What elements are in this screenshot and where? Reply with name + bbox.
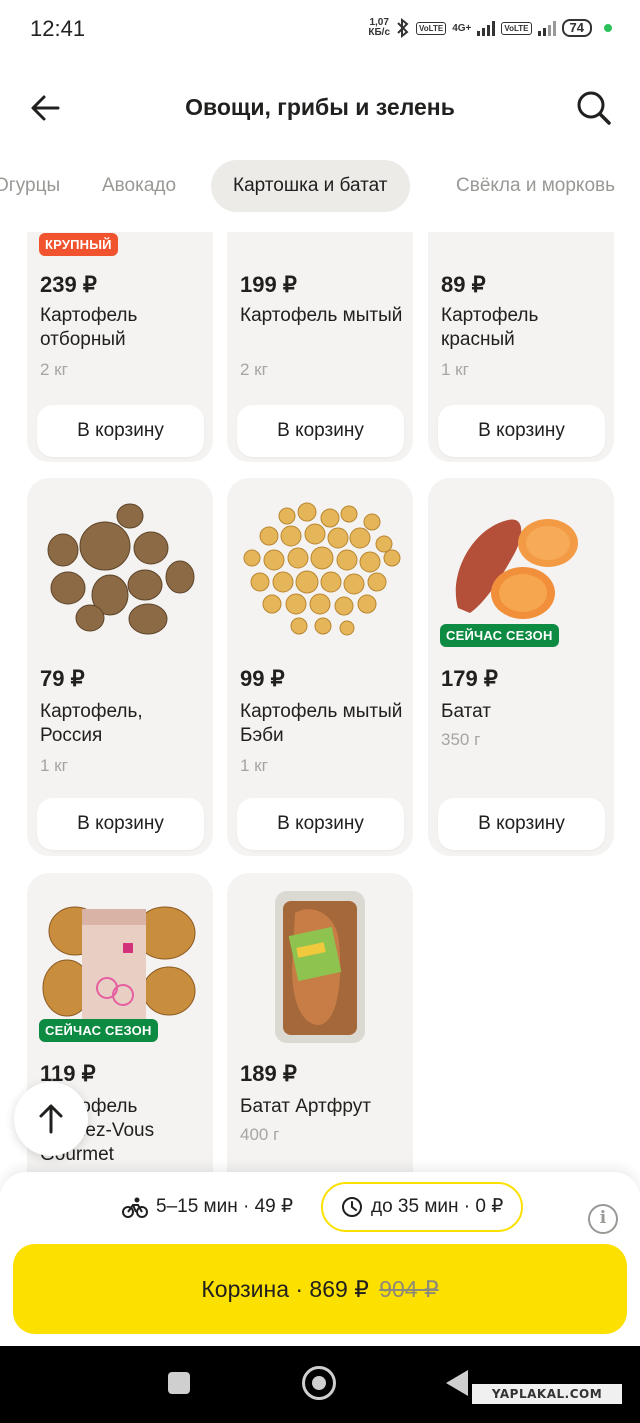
header: Овощи, грибы и зелень: [0, 72, 640, 144]
product-card[interactable]: 79 ₽ Картофель, Россия 1 кг В корзину: [27, 478, 213, 856]
system-back-button[interactable]: [446, 1370, 468, 1396]
add-to-cart-button[interactable]: В корзину: [37, 798, 204, 850]
cart-total: Корзина · 869 ₽: [201, 1276, 369, 1302]
add-to-cart-button[interactable]: В корзину: [37, 405, 204, 457]
fast-delivery-label: 5–15 мин · 49 ₽: [156, 1196, 294, 1217]
category-tabs: Огурцы Авокадо Картошка и батат Свёкла и…: [0, 158, 640, 214]
product-card[interactable]: 199 ₽ Картофель мытый 2 кг В корзину: [227, 232, 413, 462]
search-icon: [577, 91, 611, 125]
product-image: [428, 232, 614, 242]
info-icon[interactable]: i: [588, 1204, 618, 1234]
product-image: [243, 502, 401, 636]
signal-icon: [477, 20, 496, 36]
tab-avocado[interactable]: Авокадо: [80, 160, 198, 212]
tab-potato-sweet-potato[interactable]: Картошка и батат: [211, 160, 410, 212]
season-badge: СЕЙЧАС СЕЗОН: [39, 1019, 158, 1042]
product-name: Картофель, Россия: [40, 701, 143, 746]
cart-button[interactable]: Корзина · 869 ₽ 904 ₽: [13, 1244, 627, 1334]
status-time: 12:41: [30, 16, 86, 41]
product-price: 99 ₽: [240, 666, 285, 691]
product-weight: 1 кг: [240, 756, 268, 775]
add-to-cart-button[interactable]: В корзину: [438, 798, 605, 850]
tab-label: Авокадо: [102, 175, 177, 196]
season-badge: СЕЙЧАС СЕЗОН: [440, 624, 559, 647]
product-weight: 350 г: [441, 730, 481, 749]
fast-delivery-option[interactable]: 5–15 мин · 49 ₽: [122, 1182, 293, 1232]
page-title: Овощи, грибы и зелень: [185, 94, 455, 120]
product-card[interactable]: КРУПНЫЙ 239 ₽ Картофель отборный 2 кг В …: [27, 232, 213, 462]
product-price: 239 ₽: [40, 272, 97, 297]
product-card[interactable]: 189 ₽ Батат Артфрут 400 г: [227, 873, 413, 1172]
product-grid: КРУПНЫЙ 239 ₽ Картофель отборный 2 кг В …: [0, 232, 640, 1172]
product-name: Картофель мытый Бэби: [240, 701, 403, 746]
volte-badge-2: VoLTE: [501, 21, 532, 35]
product-weight: 1 кг: [40, 756, 68, 775]
size-badge: КРУПНЫЙ: [39, 233, 118, 256]
add-to-cart-button[interactable]: В корзину: [237, 405, 404, 457]
status-icons: 1,07 КБ/с VoLTE 4G+ VoLTE 74: [368, 18, 612, 38]
product-image: [47, 503, 195, 635]
product-weight: 400 г: [240, 1125, 280, 1144]
product-card[interactable]: 99 ₽ Картофель мытый Бэби 1 кг В корзину: [227, 478, 413, 856]
bluetooth-icon: [397, 18, 409, 38]
add-to-cart-button[interactable]: В корзину: [438, 405, 605, 457]
arrow-up-icon: [39, 1104, 63, 1134]
product-name: Картофель отборный: [40, 305, 138, 350]
cart-old-price: 904 ₽: [379, 1276, 439, 1302]
product-card[interactable]: 89 ₽ Картофель красный 1 кг В корзину: [428, 232, 614, 462]
product-name: Картофель мытый: [240, 305, 403, 326]
product-image: [275, 891, 365, 1043]
network-speed: 1,07 КБ/с: [368, 18, 390, 38]
product-name: Батат Артфрут: [240, 1096, 371, 1117]
tab-label: Свёкла и морковь: [456, 175, 616, 196]
tab-beet-carrot[interactable]: Свёкла и морковь: [434, 160, 637, 212]
product-name: Батат: [441, 701, 491, 722]
product-price: 89 ₽: [441, 272, 486, 297]
home-button[interactable]: [302, 1366, 336, 1400]
product-name: Картофель красный: [441, 305, 539, 350]
privacy-dot-icon: [604, 24, 612, 32]
network-type: 4G+: [452, 22, 472, 34]
watermark: YAPLAKAL.COM: [472, 1384, 622, 1404]
tab-cucumbers[interactable]: Огурцы: [0, 160, 82, 212]
scroll-to-top-button[interactable]: [14, 1082, 88, 1156]
product-price: 189 ₽: [240, 1061, 297, 1086]
bicycle-icon: [122, 1197, 148, 1218]
product-price: 179 ₽: [441, 666, 498, 691]
product-weight: 2 кг: [240, 360, 268, 379]
network-speed-unit: КБ/с: [368, 27, 391, 38]
product-price: 79 ₽: [40, 666, 85, 691]
system-nav-bar: YAPLAKAL.COM: [0, 1346, 640, 1423]
product-weight: 2 кг: [40, 360, 68, 379]
tab-label: Картошка и батат: [233, 175, 388, 196]
add-to-cart-button[interactable]: В корзину: [237, 798, 404, 850]
tab-label: Огурцы: [0, 175, 61, 196]
recent-apps-button[interactable]: [168, 1372, 190, 1394]
product-image: [227, 232, 413, 242]
product-card[interactable]: СЕЙЧАС СЕЗОН 179 ₽ Батат 350 г В корзину: [428, 478, 614, 856]
cart-panel: 5–15 мин · 49 ₽ до 35 мин · 0 ₽ i Корзин…: [0, 1172, 640, 1346]
product-price: 199 ₽: [240, 272, 297, 297]
signal-icon-2: [537, 20, 556, 36]
status-bar: 12:41 1,07 КБ/с VoLTE 4G+ VoLTE 74: [0, 0, 640, 62]
standard-delivery-label: до 35 мин · 0 ₽: [371, 1196, 504, 1217]
clock-icon: [342, 1197, 362, 1217]
volte-badge: VoLTE: [416, 21, 447, 35]
delivery-options: 5–15 мин · 49 ₽ до 35 мин · 0 ₽ i: [0, 1182, 640, 1234]
search-button[interactable]: [574, 88, 614, 128]
battery-icon: 74: [561, 19, 592, 37]
product-weight: 1 кг: [441, 360, 469, 379]
standard-delivery-option[interactable]: до 35 мин · 0 ₽: [321, 1182, 524, 1232]
